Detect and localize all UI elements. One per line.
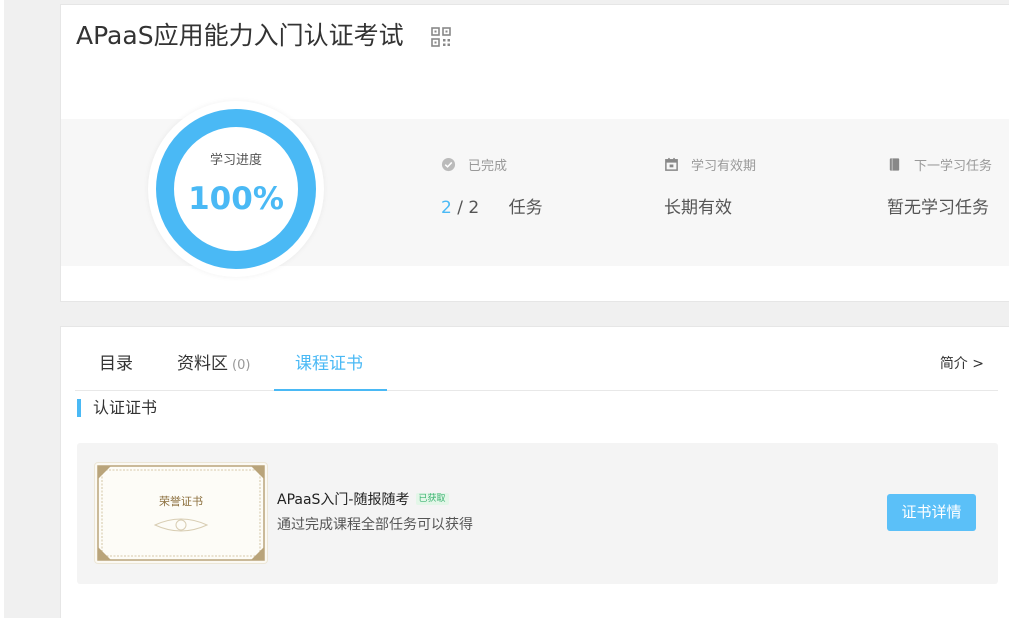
- certificate-thumb-text: 荣誉证书: [159, 494, 203, 508]
- left-edge-strip: [0, 0, 4, 618]
- certificate-thumbnail[interactable]: 荣誉证书: [95, 463, 267, 563]
- stat-completed: 已完成 2 / 2 任务: [441, 155, 543, 218]
- certificate-detail-button[interactable]: 证书详情: [887, 494, 976, 531]
- task-unit: 任务: [508, 198, 543, 218]
- progress-ring: 学习进度 100%: [148, 101, 324, 277]
- tab-materials-count: (0): [232, 358, 251, 373]
- stat-next-task-label: 下一学习任务: [914, 158, 993, 174]
- page-title: APaaS应用能力入门认证考试: [76, 21, 404, 50]
- calendar-icon: [665, 157, 678, 171]
- certificate-item: 荣誉证书 APaaS入门-随报随考 已获取 通过完成课程全部任务可以获得 证书详…: [77, 443, 998, 584]
- stat-validity-label: 学习有效期: [691, 158, 757, 174]
- tab-certificate[interactable]: 课程证书: [295, 349, 363, 374]
- course-content-card: 目录 资料区 (0) 课程证书 简介 > 认证证书 荣誉证书 APaaS入门-随报…: [60, 326, 1009, 618]
- qr-code-icon[interactable]: [431, 27, 451, 47]
- fraction-separator: /: [457, 198, 463, 218]
- tab-materials[interactable]: 资料区 (0): [177, 349, 250, 374]
- progress-value: 100%: [188, 181, 284, 217]
- check-circle-icon: [441, 157, 456, 171]
- total-count: 2: [468, 198, 480, 218]
- certificate-title-line: APaaS入门-随报随考 已获取: [277, 489, 449, 509]
- tab-catalog-label: 目录: [99, 354, 133, 374]
- tab-catalog[interactable]: 目录: [99, 349, 133, 374]
- tab-certificate-label: 课程证书: [295, 354, 363, 374]
- obtained-badge: 已获取: [415, 493, 449, 505]
- next-task-value: 暂无学习任务: [887, 198, 989, 218]
- stat-completed-label: 已完成: [468, 158, 508, 174]
- progress-label: 学习进度: [209, 153, 262, 168]
- certificate-title: APaaS入门-随报随考: [277, 492, 410, 508]
- completed-count: 2: [441, 198, 452, 218]
- certificate-description: 通过完成课程全部任务可以获得: [277, 517, 473, 533]
- section-title: 认证证书: [77, 399, 157, 417]
- intro-link[interactable]: 简介 >: [940, 353, 984, 373]
- validity-value: 长期有效: [664, 198, 732, 218]
- course-summary-card: APaaS应用能力入门认证考试 学习进度 100% 已完成 2 / 2 任务 学…: [60, 4, 1009, 302]
- active-tab-indicator: [274, 389, 387, 391]
- stat-validity: 学习有效期 长期有效: [664, 155, 756, 218]
- tab-materials-label: 资料区: [177, 354, 228, 374]
- tab-bar: 目录 资料区 (0) 课程证书 简介 >: [75, 327, 998, 391]
- stat-next-task: 下一学习任务 暂无学习任务: [887, 155, 992, 218]
- book-icon: [889, 157, 900, 171]
